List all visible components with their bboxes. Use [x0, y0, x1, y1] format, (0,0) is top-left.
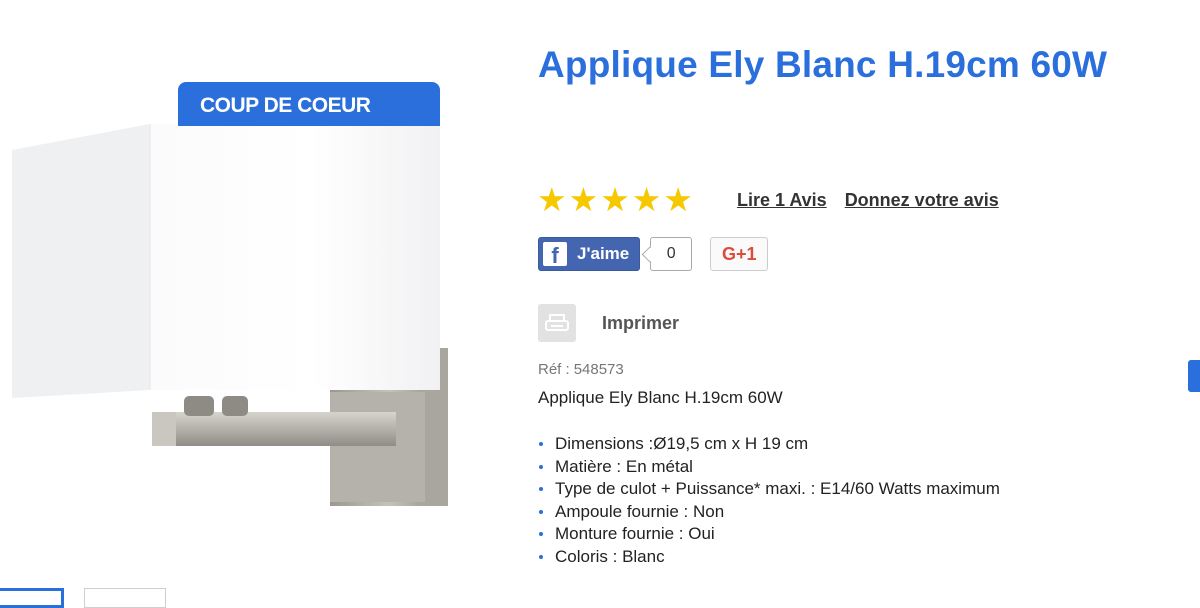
- star-icon: ★: [537, 181, 567, 218]
- facebook-like-count: 0: [650, 237, 693, 271]
- reference-label: Réf :: [538, 361, 570, 378]
- read-reviews-link[interactable]: Lire 1 Avis: [737, 190, 827, 211]
- google-plus-button[interactable]: G+1: [710, 237, 769, 271]
- facebook-like-label: J'aime: [577, 244, 630, 263]
- spec-item-text: Type de culot + Puissance* maxi. : E14/6…: [555, 479, 1000, 498]
- spec-list: Dimensions :Ø19,5 cm x H 19 cm Matière :…: [538, 433, 1038, 568]
- product-title: Applique Ely Blanc H.19cm 60W: [538, 44, 1108, 85]
- star-icon: ★: [631, 181, 662, 218]
- facebook-icon: f: [543, 242, 567, 266]
- print-button[interactable]: Imprimer: [538, 304, 679, 342]
- spec-item: Matière : En métal: [538, 456, 1038, 479]
- facebook-like-button[interactable]: f J'aime: [538, 237, 641, 271]
- side-panel-edge[interactable]: [1188, 360, 1200, 392]
- product-reference: Réf :548573: [538, 361, 624, 378]
- rating-row: ★ ★ ★ ★ ★ Lire 1 Avis Donnez votre avis: [537, 183, 999, 217]
- printer-icon: [538, 304, 576, 342]
- star-icon: ★: [568, 181, 599, 218]
- star-rating: ★ ★ ★ ★ ★: [537, 183, 693, 217]
- thumbnail-1[interactable]: [0, 588, 64, 608]
- spec-item: Monture fournie : Oui: [538, 523, 1038, 546]
- thumbnail-2[interactable]: [84, 588, 166, 608]
- product-description: Applique Ely Blanc H.19cm 60W: [538, 388, 783, 407]
- spec-item: Dimensions :Ø19,5 cm x H 19 cm: [538, 433, 1038, 456]
- spec-item: Coloris : Blanc: [538, 546, 1038, 569]
- spec-item: Type de culot + Puissance* maxi. : E14/6…: [538, 478, 1038, 501]
- print-label: Imprimer: [602, 312, 680, 333]
- reference-value: 548573: [573, 361, 624, 378]
- coup-de-coeur-badge: COUP DE COEUR: [178, 82, 440, 126]
- star-icon: ★: [663, 181, 693, 218]
- product-image-area: COUP DE COEUR: [0, 0, 520, 608]
- star-icon: ★: [600, 181, 630, 218]
- social-buttons: f J'aime 0 G+1: [538, 237, 769, 271]
- spec-item: Ampoule fournie : Non: [538, 501, 1038, 524]
- give-review-link[interactable]: Donnez votre avis: [845, 190, 999, 211]
